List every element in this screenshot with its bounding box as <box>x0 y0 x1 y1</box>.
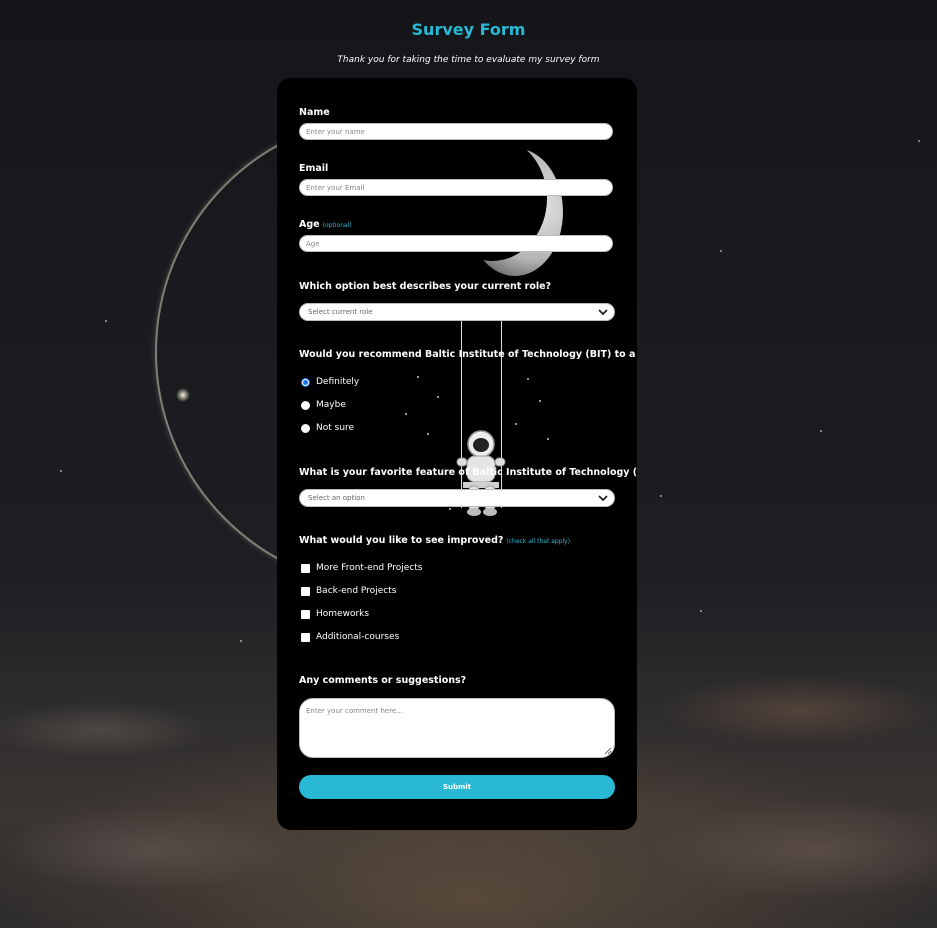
role-label: Which option best describes your current… <box>299 281 552 292</box>
name-label: Name <box>299 107 330 118</box>
page-title: Survey Form <box>411 20 526 39</box>
radio-button[interactable] <box>301 423 310 433</box>
checkbox-label: More Front-end Projects <box>316 563 423 573</box>
role-select[interactable]: Select current role <box>299 303 615 321</box>
star <box>60 470 62 472</box>
star <box>700 610 702 612</box>
star <box>547 438 549 440</box>
star <box>515 423 517 425</box>
feature-label: What is your favorite feature of Baltic … <box>299 467 637 478</box>
comments-placeholder: Enter your comment here... <box>306 707 403 715</box>
email-input[interactable] <box>299 179 613 196</box>
feature-select-value: Select an option <box>308 494 365 502</box>
resize-grip-icon[interactable] <box>604 747 612 755</box>
star <box>449 508 451 510</box>
checkbox-option-additional-courses[interactable]: Additional-courses <box>301 631 399 643</box>
checkbox-option-front-end[interactable]: More Front-end Projects <box>301 562 422 574</box>
checkbox[interactable] <box>301 586 310 596</box>
submit-button[interactable]: Submit <box>299 775 615 799</box>
radio-label: Maybe <box>316 400 346 410</box>
star <box>427 433 429 435</box>
star <box>720 250 722 252</box>
checkbox-option-back-end[interactable]: Back-end Projects <box>301 585 396 597</box>
radio-option-maybe[interactable]: Maybe <box>301 399 346 411</box>
checkbox-label: Back-end Projects <box>316 586 397 596</box>
recommend-label: Would you recommend Baltic Institute of … <box>299 349 637 360</box>
planet-glow-decoration <box>176 388 190 402</box>
survey-form: Name Email Age(optional) Which option be… <box>277 78 637 830</box>
improve-label-text: What would you like to see improved? <box>299 535 504 546</box>
checkbox[interactable] <box>301 632 310 642</box>
checkbox-label: Homeworks <box>316 609 370 619</box>
name-input[interactable] <box>299 123 613 140</box>
radio-button[interactable] <box>301 377 310 387</box>
age-hint: (optional) <box>322 222 352 229</box>
star <box>437 396 439 398</box>
star <box>240 640 242 642</box>
age-label: Age (optional) <box>299 219 352 230</box>
star <box>918 140 920 142</box>
comments-textarea[interactable]: Enter your comment here... <box>299 698 615 758</box>
email-label: Email <box>299 163 329 174</box>
star <box>820 430 822 432</box>
star <box>539 400 541 402</box>
age-input[interactable] <box>299 235 613 252</box>
improve-hint: (check all that apply) <box>506 538 571 545</box>
feature-select[interactable]: Select an option <box>299 489 615 507</box>
improve-label: What would you like to see improved? (che… <box>299 535 570 546</box>
star <box>527 378 529 380</box>
age-label-text: Age <box>299 219 320 230</box>
role-select-value: Select current role <box>308 308 373 316</box>
star <box>660 495 662 497</box>
checkbox[interactable] <box>301 609 310 619</box>
comments-label: Any comments or suggestions? <box>299 675 467 686</box>
star <box>405 413 407 415</box>
checkbox-option-homeworks[interactable]: Homeworks <box>301 608 369 620</box>
checkbox-label: Additional-courses <box>316 632 400 642</box>
chevron-down-icon <box>598 495 608 502</box>
radio-option-definitely[interactable]: Definitely <box>301 376 359 388</box>
page-subtitle: Thank you for taking the time to evaluat… <box>337 55 600 65</box>
star <box>105 320 107 322</box>
star <box>417 376 419 378</box>
radio-label: Not sure <box>316 423 355 433</box>
radio-label: Definitely <box>316 377 360 387</box>
radio-option-not-sure[interactable]: Not sure <box>301 422 354 434</box>
chevron-down-icon <box>598 309 608 316</box>
checkbox[interactable] <box>301 563 310 573</box>
radio-button[interactable] <box>301 400 310 410</box>
